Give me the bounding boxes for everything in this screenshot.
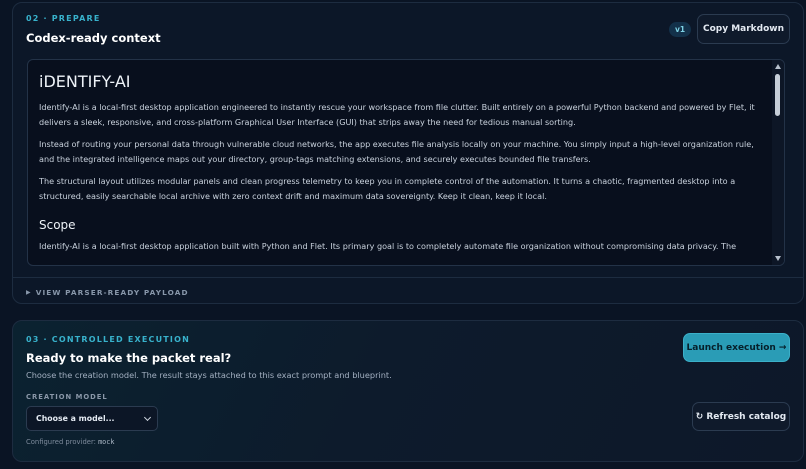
doc-heading: iDENTIFY-AI: [39, 72, 131, 91]
prepare-panel: 02 · PREPARE Codex-ready context v1 Copy…: [12, 2, 804, 304]
model-select-value: Choose a model...: [36, 414, 115, 423]
scroll-up-icon[interactable]: [775, 64, 781, 69]
preview-scrollbar[interactable]: [772, 60, 784, 265]
prepare-title: Codex-ready context: [26, 31, 161, 45]
scroll-down-icon[interactable]: [775, 256, 781, 261]
copy-markdown-button[interactable]: Copy Markdown: [697, 14, 790, 44]
prepare-step-label: 02 · PREPARE: [26, 14, 101, 23]
execution-title: Ready to make the packet real?: [26, 351, 232, 365]
refresh-catalog-label: Refresh catalog: [706, 411, 787, 422]
execution-subtitle: Choose the creation model. The result st…: [26, 370, 392, 380]
doc-paragraph: Instead of routing your personal data th…: [39, 139, 754, 164]
provider-value: mock: [98, 438, 115, 446]
doc-scope-paragraph: Identify-AI is a local-first desktop app…: [39, 241, 737, 251]
configured-provider: Configured provider: mock: [26, 438, 114, 446]
markdown-content: iDENTIFY-AI Identify-AI is a local-first…: [28, 60, 784, 254]
divider: [13, 277, 803, 278]
triangle-right-icon: ▶: [26, 289, 32, 296]
scroll-thumb[interactable]: [775, 74, 780, 116]
execution-panel: 03 · CONTROLLED EXECUTION Ready to make …: [12, 320, 804, 462]
doc-paragraph: Identify-AI is a local-first desktop app…: [39, 102, 755, 127]
refresh-icon: ↻: [695, 411, 704, 422]
provider-prefix: Configured provider:: [26, 438, 96, 446]
launch-execution-button[interactable]: Launch execution →: [683, 333, 790, 362]
refresh-catalog-button[interactable]: ↻ Refresh catalog: [692, 402, 790, 431]
version-badge: v1: [669, 22, 691, 37]
doc-paragraph: The structural layout utilizes modular p…: [39, 176, 736, 201]
model-select[interactable]: Choose a model...: [26, 406, 158, 431]
chevron-down-icon: [143, 413, 152, 421]
doc-subheading: Scope: [39, 218, 76, 232]
execution-step-label: 03 · CONTROLLED EXECUTION: [26, 335, 191, 344]
view-payload-label: VIEW PARSER-READY PAYLOAD: [35, 288, 189, 297]
creation-model-label: CREATION MODEL: [26, 393, 108, 401]
markdown-preview[interactable]: iDENTIFY-AI Identify-AI is a local-first…: [27, 59, 785, 266]
view-payload-toggle[interactable]: ▶ VIEW PARSER-READY PAYLOAD: [26, 288, 189, 297]
